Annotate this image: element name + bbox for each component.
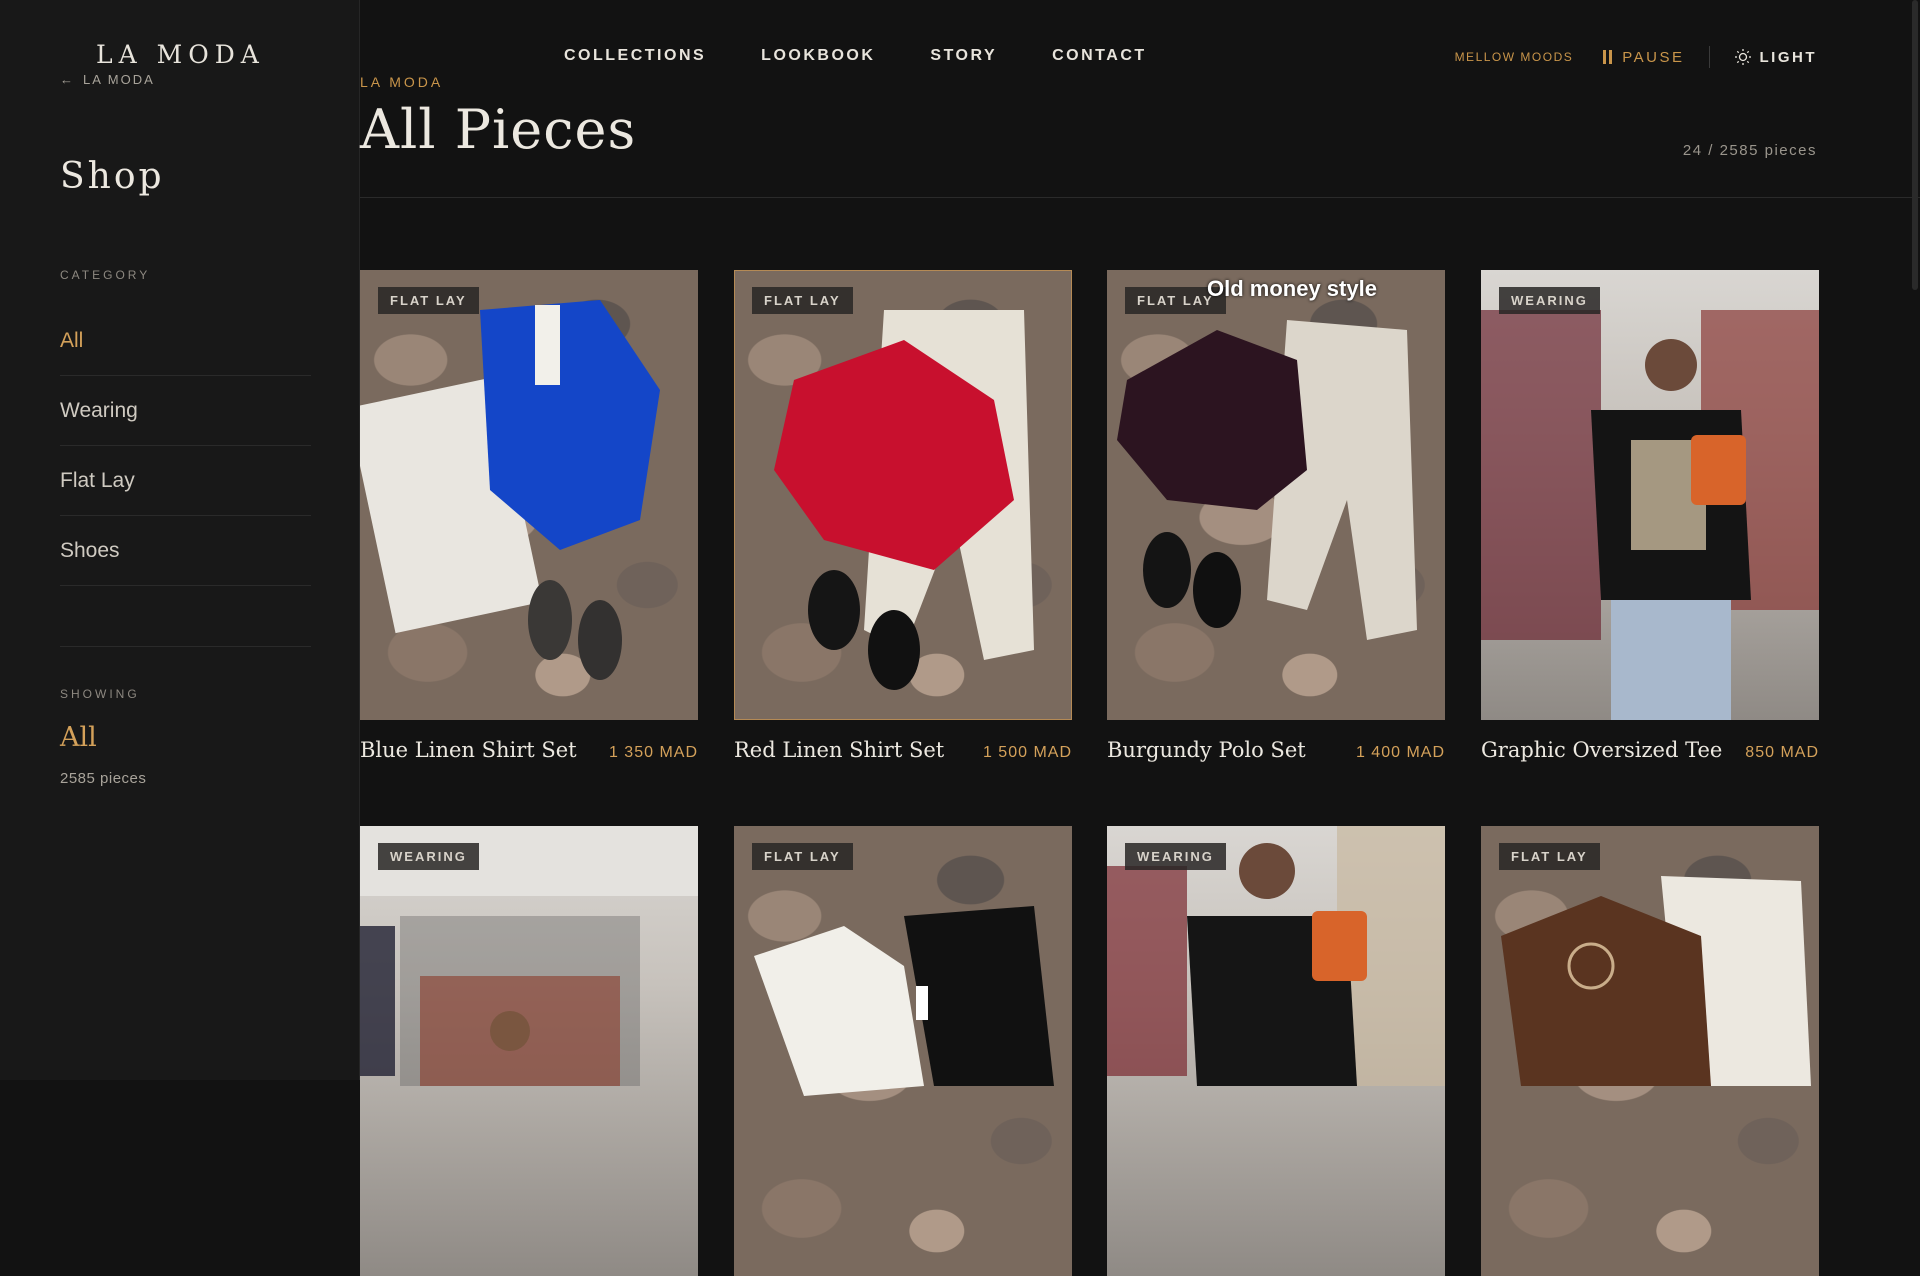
category-heading: CATEGORY [60, 268, 151, 282]
product-card[interactable]: FLAT LAY [734, 826, 1072, 1276]
product-photo-red-shirt [774, 310, 1034, 690]
theme-toggle-button[interactable]: LIGHT [1734, 48, 1818, 66]
scrollbar[interactable] [1912, 0, 1918, 290]
product-price: 1 400 MAD [1355, 744, 1445, 761]
product-photo-graphic-tee [1481, 310, 1819, 720]
product-badge: WEARING [1499, 287, 1600, 314]
product-photo-burgundy-polo [1117, 320, 1417, 640]
header-controls: MELLOW MOODS PAUSE LIGHT [1455, 46, 1817, 68]
page-title: All Pieces [360, 98, 637, 161]
music-mood-label: MELLOW MOODS [1454, 50, 1574, 64]
sidebar: LA MODA ← LA MODA Shop CATEGORY All Weari… [0, 0, 360, 1080]
product-card[interactable]: FLAT LAY Old money style Burgundy Polo S… [1107, 270, 1445, 762]
nav-story[interactable]: STORY [930, 47, 997, 65]
controls-divider [1708, 46, 1710, 68]
back-link-label: LA MODA [83, 72, 155, 87]
breadcrumb[interactable]: LA MODA [360, 74, 443, 90]
product-badge: WEARING [378, 843, 479, 870]
brand-logo[interactable]: LA MODA [96, 40, 265, 69]
product-name: Burgundy Polo Set [1107, 738, 1306, 762]
product-photo-brown-shirt [1501, 876, 1811, 1086]
product-card[interactable]: FLAT LAY [1481, 826, 1819, 1276]
category-item-wearing[interactable]: Wearing [60, 376, 311, 446]
product-badge: FLAT LAY [752, 843, 853, 870]
nav-contact[interactable]: CONTACT [1052, 47, 1147, 65]
product-price: 850 MAD [1745, 744, 1819, 761]
product-photo-white-knit-set [754, 906, 1054, 1096]
product-image: FLAT LAY [360, 270, 698, 720]
product-name: Blue Linen Shirt Set [360, 738, 577, 762]
photo-caption: Old money style [1207, 276, 1377, 301]
product-photo-blue-shirt [360, 300, 660, 680]
product-image: FLAT LAY [734, 826, 1072, 1276]
product-image: FLAT LAY [734, 270, 1072, 720]
product-card[interactable]: FLAT LAY Red Linen Shirt Set 1 500 MAD [734, 270, 1072, 762]
arrow-left-icon: ← [60, 72, 75, 87]
product-name: Graphic Oversized Tee [1481, 738, 1723, 762]
product-badge: FLAT LAY [378, 287, 479, 314]
theme-label: LIGHT [1759, 48, 1817, 66]
product-card[interactable]: WEARING Graphic Oversized Tee 850 MAD [1481, 270, 1819, 762]
product-photo-black-shirt [1107, 826, 1445, 1086]
product-image: WEARING [1481, 270, 1819, 720]
product-card[interactable]: WEARING [1107, 826, 1445, 1276]
sidebar-title: Shop [60, 156, 165, 197]
product-badge: FLAT LAY [1499, 843, 1600, 870]
nav-collections[interactable]: COLLECTIONS [564, 47, 706, 65]
product-badge: WEARING [1125, 843, 1226, 870]
category-divider [60, 586, 311, 647]
product-card[interactable]: WEARING [360, 826, 698, 1276]
product-name: Red Linen Shirt Set [734, 738, 945, 762]
category-item-shoes[interactable]: Shoes [60, 516, 311, 586]
product-badge: FLAT LAY [752, 287, 853, 314]
pause-icon [1603, 50, 1613, 64]
product-price: 1 350 MAD [608, 744, 698, 761]
main-nav: COLLECTIONS LOOKBOOK STORY CONTACT [564, 47, 1147, 65]
product-card[interactable]: FLAT LAY Blue Linen Shirt Set 1 350 MAD [360, 270, 698, 762]
back-link[interactable]: ← LA MODA [60, 72, 155, 87]
showing-value: All [60, 722, 97, 753]
product-image: FLAT LAY Old money style [1107, 270, 1445, 720]
product-photo-mirror-selfie [360, 826, 698, 1086]
showing-count: 2585 pieces [60, 770, 147, 787]
product-image: WEARING [1107, 826, 1445, 1276]
category-item-flat-lay[interactable]: Flat Lay [60, 446, 311, 516]
category-item-all[interactable]: All [60, 306, 311, 376]
header-divider [360, 197, 1920, 198]
pause-label: PAUSE [1622, 48, 1685, 66]
showing-heading: SHOWING [60, 687, 140, 701]
pause-button[interactable]: PAUSE [1603, 49, 1684, 66]
category-list: All Wearing Flat Lay Shoes [60, 306, 311, 647]
sun-icon [1734, 49, 1751, 65]
product-image: WEARING [360, 826, 698, 1276]
product-price: 1 500 MAD [982, 744, 1072, 761]
product-image: FLAT LAY [1481, 826, 1819, 1276]
results-count: 24 / 2585 pieces [1682, 142, 1817, 159]
nav-lookbook[interactable]: LOOKBOOK [761, 47, 875, 65]
